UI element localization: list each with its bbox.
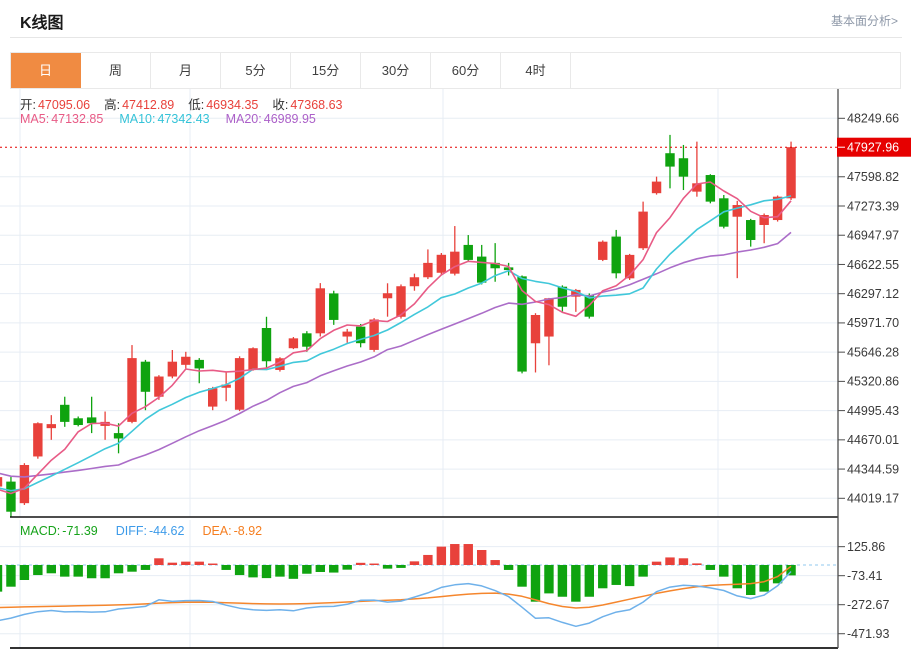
macd-histogram (0, 544, 796, 602)
svg-text:-272.67: -272.67 (847, 598, 889, 612)
ma-legend: MA5: 47132.85 MA10: 47342.43 MA20: 46989.95 (20, 112, 316, 126)
svg-text:44019.17: 44019.17 (847, 492, 899, 506)
svg-text:47927.96: 47927.96 (847, 140, 899, 154)
svg-text:-73.41: -73.41 (847, 569, 882, 583)
svg-text:-471.93: -471.93 (847, 627, 889, 641)
last-price-badge: 47927.96 (837, 137, 911, 157)
legend-item: MACD: -71.39 (20, 524, 98, 538)
legend-item: 高: 47412.89 (104, 98, 175, 112)
svg-text:48249.66: 48249.66 (847, 112, 899, 126)
svg-text:46947.97: 46947.97 (847, 229, 899, 243)
svg-text:44344.59: 44344.59 (847, 462, 899, 476)
y-axis-labels: 48249.66 47598.82 47273.39 46947.97 46622.55… (838, 112, 899, 641)
svg-text:125.86: 125.86 (847, 540, 885, 554)
diff-line (0, 570, 792, 628)
svg-text:47598.82: 47598.82 (847, 170, 899, 184)
fundamental-analysis-link[interactable]: 基本面分析> (831, 12, 898, 29)
ohlc-legend: 开: 47095.06 高: 47412.89 低: 46934.35 收: 47368.63 (20, 94, 343, 113)
tab-日[interactable]: 日 (11, 53, 81, 88)
widget-header: K线图 基本面分析> (10, 0, 902, 38)
svg-text:44995.43: 44995.43 (847, 404, 899, 418)
legend-item: 收: 47368.63 (272, 98, 343, 112)
svg-text:44670.01: 44670.01 (847, 433, 899, 447)
macd-legend: MACD: -71.39 DIFF: -44.62 DEA: -8.92 (20, 524, 262, 538)
tab-15分[interactable]: 15分 (291, 53, 361, 88)
legend-item: DIFF: -44.62 (115, 524, 185, 538)
legend-item: MA10: 47342.43 (119, 112, 210, 126)
legend-item: MA20: 46989.95 (225, 112, 316, 126)
svg-text:45320.86: 45320.86 (847, 375, 899, 389)
svg-text:46297.12: 46297.12 (847, 287, 899, 301)
tab-月[interactable]: 月 (151, 53, 221, 88)
legend-item: DEA: -8.92 (202, 524, 263, 538)
svg-text:45971.70: 45971.70 (847, 316, 899, 330)
page-title: K线图 (20, 15, 64, 32)
tab-4时[interactable]: 4时 (501, 53, 571, 88)
legend-item: 开: 47095.06 (20, 98, 91, 112)
svg-text:47273.39: 47273.39 (847, 199, 899, 213)
tab-30分[interactable]: 30分 (361, 53, 431, 88)
tab-周[interactable]: 周 (81, 53, 151, 88)
kline-chart-canvas[interactable]: 48249.66 47598.82 47273.39 46947.97 46622.55… (0, 88, 911, 649)
period-tab-bar: 日周月 5分 15分 30分 60分 4时 (10, 52, 901, 89)
tab-60分[interactable]: 60分 (431, 53, 501, 88)
tab-5分[interactable]: 5分 (221, 53, 291, 88)
svg-text:46622.55: 46622.55 (847, 258, 899, 272)
svg-text:45646.28: 45646.28 (847, 345, 899, 359)
legend-item: MA5: 47132.85 (20, 112, 104, 126)
candles (0, 134, 796, 517)
legend-item: 低: 46934.35 (188, 98, 259, 112)
